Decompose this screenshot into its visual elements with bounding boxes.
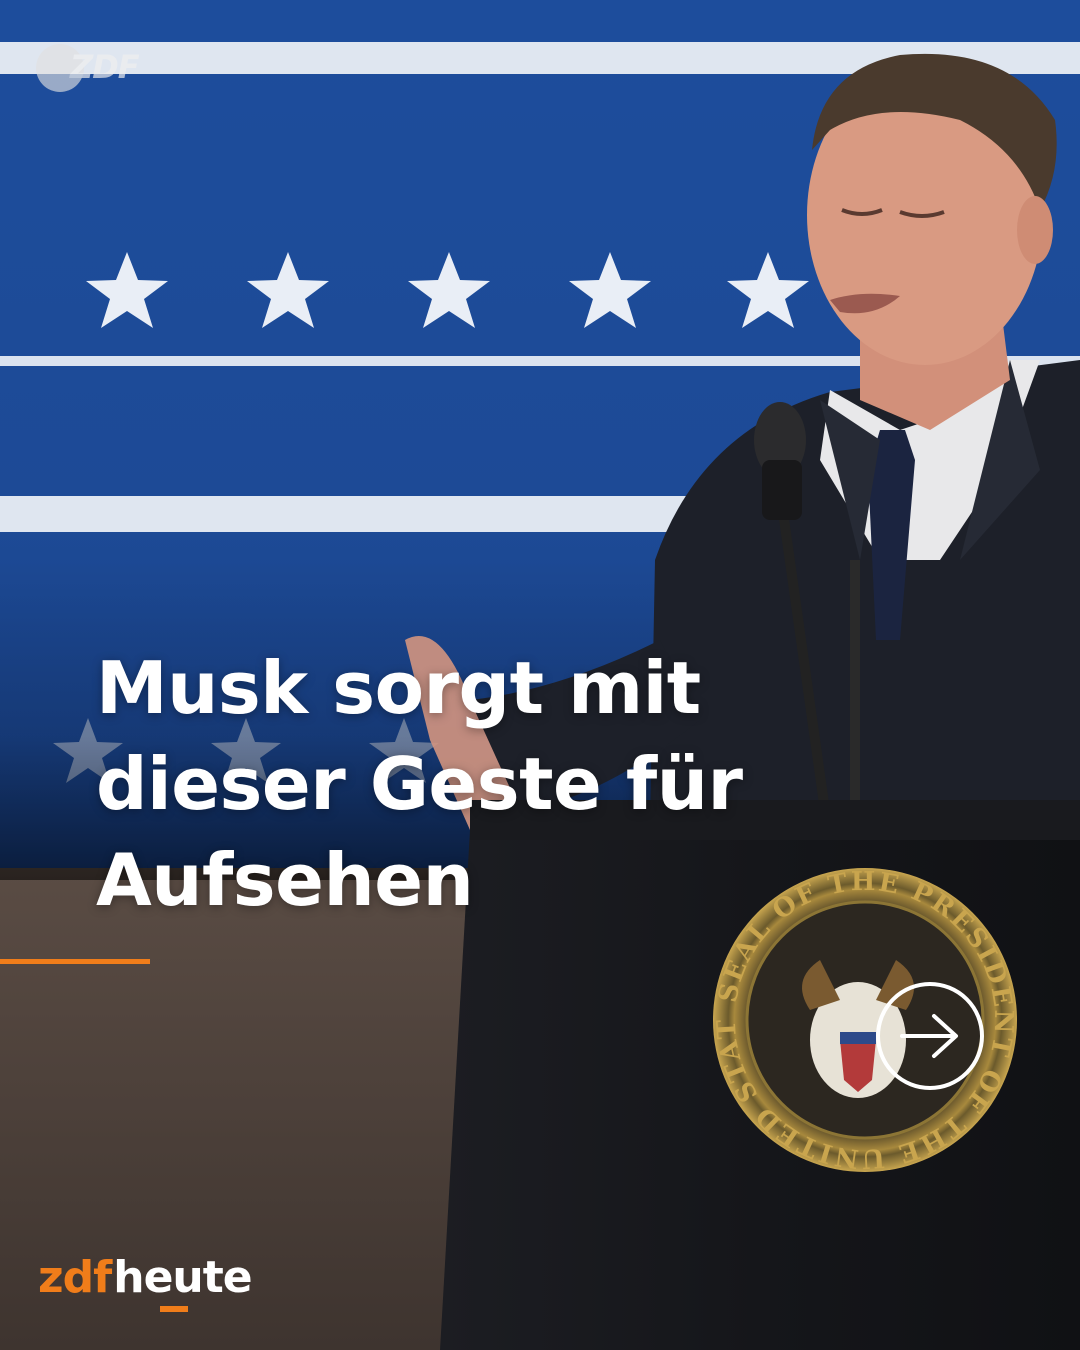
arrow-right-icon [900, 1014, 958, 1058]
brand-zdf: zdf [38, 1252, 112, 1303]
next-slide-button[interactable] [876, 982, 984, 1090]
zdf-channel-logo: ZDF [36, 40, 144, 96]
brand-underline [160, 1306, 188, 1312]
headline-line-3: Aufsehen [96, 838, 474, 922]
brand-heute: heute [113, 1252, 252, 1303]
accent-divider [0, 959, 150, 964]
social-post-card: SEAL OF THE PRESIDENT OF THE UNITED STAT… [0, 0, 1080, 1350]
headline-line-2: dieser Geste für [96, 742, 743, 826]
headline-line-1: Musk sorgt mit [96, 646, 701, 730]
headline: Musk sorgt mit dieser Geste für Aufsehen [96, 640, 856, 928]
zdfheute-logo: zdfheute [38, 1252, 253, 1312]
